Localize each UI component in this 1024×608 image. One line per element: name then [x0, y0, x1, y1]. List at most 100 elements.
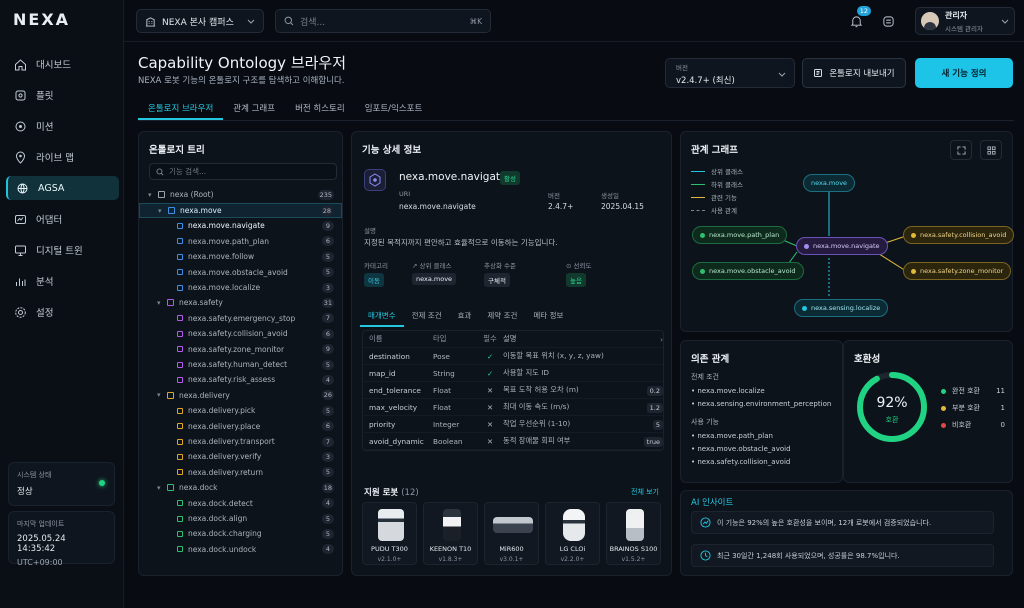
capability-name: nexa.move.navigate — [399, 171, 507, 183]
tree-leaf[interactable]: nexa.move.path_plan 6 — [139, 234, 342, 249]
sidebar-item-twin[interactable]: 디지털 트윈 — [6, 238, 119, 262]
tab-version-history[interactable]: 버전 히스토리 — [285, 98, 355, 120]
param-name: destination — [369, 351, 410, 361]
tree-leaf[interactable]: nexa.dock.charging 5 — [139, 526, 342, 541]
node-left1[interactable]: nexa.move.path_plan — [692, 226, 788, 244]
tree-leaf[interactable]: nexa.safety.risk_assess 4 — [139, 372, 342, 387]
pre-item: nexa.sensing.environment_perception — [697, 400, 832, 408]
robot-card[interactable]: MiR600 v3.0.1+ — [484, 502, 539, 565]
sidebar-item-fleet[interactable]: 플릿 — [6, 83, 119, 107]
tree-leaf[interactable]: nexa.dock.undock 4 — [139, 542, 342, 557]
tree-leaf[interactable]: nexa.delivery.verify 3 — [139, 449, 342, 464]
tree-group[interactable]: ▾ nexa.safety 31 — [139, 295, 342, 310]
subtab-meta[interactable]: 메타 정보 — [525, 306, 571, 327]
list-item[interactable]: • nexa.move.path_plan — [691, 432, 791, 440]
robot-card[interactable]: KEENON T10 v1.8.3+ — [423, 502, 478, 565]
node-right2[interactable]: nexa.safety.zone_monitor — [903, 262, 1012, 280]
node-center[interactable]: nexa.move.navigate — [796, 237, 888, 255]
node-left2[interactable]: nexa.move.obstacle_avoid — [692, 262, 804, 280]
list-item[interactable]: • nexa.move.obstacle_avoid — [691, 445, 791, 453]
tab-ontology-browser[interactable]: 온톨로지 브라우저 — [138, 98, 224, 120]
list-item[interactable]: • nexa.sensing.environment_perception — [691, 400, 831, 408]
compat-row-label: 비호환 — [952, 421, 972, 429]
tab-relation-graph[interactable]: 관계 그래프 — [223, 98, 285, 120]
tree-search-input[interactable]: 기능 검색... — [149, 163, 337, 180]
sidebar-item-map[interactable]: 라이브 맵 — [6, 145, 119, 169]
node-parent[interactable]: nexa.move — [803, 174, 856, 192]
chevron-down-icon: ▾ — [148, 190, 152, 199]
robot-card[interactable]: BRAINOS S100 v1.5.2+ — [606, 502, 661, 565]
tree-leaf[interactable]: nexa.delivery.place 6 — [139, 419, 342, 434]
robot-name: KEENON T10 — [429, 545, 472, 553]
table-row[interactable]: map_id String ✓ 사용할 지도 ID — [363, 365, 663, 382]
capability-node-icon — [177, 546, 183, 553]
tree-node-count: 5 — [322, 251, 334, 262]
tree-leaf[interactable]: nexa.dock.detect 4 — [139, 496, 342, 511]
table-row[interactable]: priority Integer ✕ 작업 우선순위 (1-10) 5 — [363, 416, 663, 433]
tree-node-label: nexa.delivery.transport — [188, 437, 275, 446]
tree-leaf[interactable]: nexa.delivery.transport 7 — [139, 434, 342, 449]
version-selector[interactable]: 버전 v2.4.7+ (최신) — [665, 58, 795, 88]
tree-leaf[interactable]: nexa.move.obstacle_avoid 5 — [139, 265, 342, 280]
tree-leaf[interactable]: nexa.delivery.return 5 — [139, 465, 342, 480]
new-capability-button[interactable]: 새 기능 정의 — [915, 58, 1013, 88]
tree-leaf[interactable]: nexa.move.navigate 9 — [139, 218, 342, 233]
maturity-attr: ⊙ 선뢰도 높음 — [566, 260, 636, 290]
table-row[interactable]: destination Pose ✓ 이동할 목표 위치 (x, y, z, yaw) — [363, 348, 663, 365]
compat-row: 완전 호환 11 — [941, 386, 1005, 396]
node-bottom[interactable]: nexa.sensing.localize — [794, 299, 889, 317]
robot-card[interactable]: LG CLOi v2.2.0+ — [545, 502, 600, 565]
robot-card[interactable]: PUDU T300 v2.1.0+ — [362, 502, 417, 565]
table-row[interactable]: avoid_dynamic Boolean ✕ 동적 장애물 회피 여부 true — [363, 433, 663, 450]
tree-leaf[interactable]: nexa.dock.align 5 — [139, 511, 342, 526]
capability-node-icon — [177, 515, 183, 522]
tree-search-placeholder: 기능 검색... — [169, 167, 207, 176]
tree-group[interactable]: ▾ nexa.delivery 26 — [139, 388, 342, 403]
notifications-button[interactable]: 12 — [844, 6, 871, 33]
table-row[interactable]: max_velocity Float ✕ 최대 이동 속도 (m/s) 1.2 — [363, 399, 663, 416]
tree-node-count: 6 — [322, 421, 334, 432]
tree-leaf[interactable]: nexa.safety.zone_monitor 9 — [139, 342, 342, 357]
tree-node-count: 7 — [322, 313, 334, 324]
tree-leaf[interactable]: nexa.safety.human_detect 5 — [139, 357, 342, 372]
robots-view-all-link[interactable]: 전체 보기 — [631, 487, 659, 497]
tree-leaf[interactable]: nexa.safety.collision_avoid 6 — [139, 326, 342, 341]
export-ontology-button[interactable]: 온톨로지 내보내기 — [802, 58, 906, 88]
subtab-parameters[interactable]: 매개변수 — [360, 306, 404, 327]
tree-leaf[interactable]: nexa.safety.emergency_stop 7 — [139, 311, 342, 326]
sidebar-item-label: 대시보드 — [36, 60, 71, 71]
list-item[interactable]: • nexa.move.localize — [691, 387, 831, 395]
user-menu[interactable]: 관리자 시스템 관리자 — [915, 7, 1015, 35]
subtab-effects[interactable]: 효과 — [450, 306, 480, 327]
tree-leaf[interactable]: nexa.move.localize 3 — [139, 280, 342, 295]
sidebar-item-agsa[interactable]: AGSA — [6, 176, 119, 200]
tree-leaf[interactable]: nexa.delivery.pick 5 — [139, 403, 342, 418]
pre-item: nexa.move.localize — [697, 387, 765, 395]
sidebar-item-settings[interactable]: 설정 — [6, 300, 119, 324]
tree-group[interactable]: ▾ nexa.dock 18 — [139, 480, 342, 495]
global-search[interactable]: 검색... ⌘K — [275, 9, 491, 33]
sidebar-item-adapter[interactable]: 어댑터 — [6, 207, 119, 231]
export-icon — [814, 69, 823, 77]
tree-leaf[interactable]: nexa.move.follow 5 — [139, 249, 342, 264]
sidebar-item-home[interactable]: 대시보드 — [6, 52, 119, 76]
col-more[interactable]: › — [633, 335, 663, 344]
campus-selector[interactable]: NEXA 본사 캠퍼스 — [136, 9, 264, 33]
tree-node-label: nexa.safety.human_detect — [188, 360, 288, 369]
tree-group[interactable]: ▾ nexa.move 28 — [139, 203, 342, 218]
list-item[interactable]: • nexa.safety.collision_avoid — [691, 458, 791, 466]
subtab-constraints[interactable]: 제약 조건 — [479, 306, 525, 327]
compatibility-panel: 호환성 92% 호환 완전 호환 11 부분 호환 1 비호환 0 — [843, 340, 1013, 483]
subtab-preconditions[interactable]: 전제 조건 — [404, 306, 450, 327]
chevron-down-icon — [778, 72, 786, 77]
sidebar-item-mission[interactable]: 미션 — [6, 114, 119, 138]
tab-import-export[interactable]: 임포트/익스포트 — [355, 98, 433, 120]
node-right1[interactable]: nexa.safety.collision_avoid — [903, 226, 1015, 244]
tasks-button[interactable] — [876, 9, 900, 33]
tree-node-count: 5 — [322, 513, 334, 524]
tree-node-count: 5 — [322, 467, 334, 478]
sidebar-item-analytics[interactable]: 분석 — [6, 269, 119, 293]
tree-root[interactable]: ▾ nexa (Root) 235 — [139, 187, 342, 202]
table-row[interactable]: end_tolerance Float ✕ 목표 도착 허용 오차 (m) 0.2 — [363, 382, 663, 399]
col-required: 필수 — [483, 334, 497, 343]
